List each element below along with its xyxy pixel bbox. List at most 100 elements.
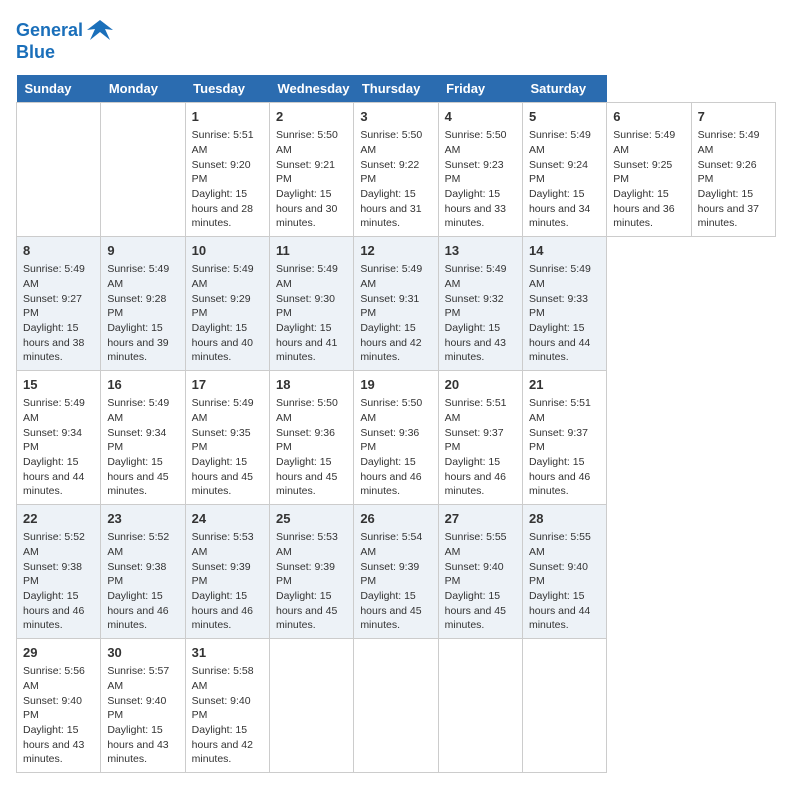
day-number: 1 — [192, 108, 263, 126]
sunset-text: Sunset: 9:40 PM — [192, 695, 251, 722]
column-header-sunday: Sunday — [17, 75, 101, 103]
header-row: SundayMondayTuesdayWednesdayThursdayFrid… — [17, 75, 776, 103]
day-number: 12 — [360, 242, 431, 260]
calendar-cell: 20Sunrise: 5:51 AMSunset: 9:37 PMDayligh… — [438, 371, 522, 505]
calendar-cell — [269, 639, 353, 773]
daylight-text: Daylight: 15 hours and 42 minutes. — [360, 322, 421, 363]
day-number: 10 — [192, 242, 263, 260]
sunrise-text: Sunrise: 5:49 AM — [529, 129, 591, 156]
sunset-text: Sunset: 9:38 PM — [107, 561, 166, 588]
column-header-wednesday: Wednesday — [269, 75, 353, 103]
daylight-text: Daylight: 15 hours and 44 minutes. — [529, 322, 590, 363]
calendar-cell: 14Sunrise: 5:49 AMSunset: 9:33 PMDayligh… — [522, 237, 606, 371]
calendar-cell: 17Sunrise: 5:49 AMSunset: 9:35 PMDayligh… — [185, 371, 269, 505]
daylight-text: Daylight: 15 hours and 37 minutes. — [698, 188, 759, 229]
calendar-cell: 5Sunrise: 5:49 AMSunset: 9:24 PMDaylight… — [522, 103, 606, 237]
column-header-saturday: Saturday — [522, 75, 606, 103]
day-number: 20 — [445, 376, 516, 394]
daylight-text: Daylight: 15 hours and 45 minutes. — [276, 456, 337, 497]
day-number: 7 — [698, 108, 769, 126]
calendar-cell: 1Sunrise: 5:51 AMSunset: 9:20 PMDaylight… — [185, 103, 269, 237]
daylight-text: Daylight: 15 hours and 38 minutes. — [23, 322, 84, 363]
sunrise-text: Sunrise: 5:52 AM — [107, 531, 169, 558]
sunrise-text: Sunrise: 5:56 AM — [23, 665, 85, 692]
sunset-text: Sunset: 9:31 PM — [360, 293, 419, 320]
daylight-text: Daylight: 15 hours and 44 minutes. — [23, 456, 84, 497]
day-number: 31 — [192, 644, 263, 662]
sunrise-text: Sunrise: 5:50 AM — [360, 397, 422, 424]
day-number: 26 — [360, 510, 431, 528]
calendar-cell — [17, 103, 101, 237]
daylight-text: Daylight: 15 hours and 46 minutes. — [360, 456, 421, 497]
daylight-text: Daylight: 15 hours and 28 minutes. — [192, 188, 253, 229]
daylight-text: Daylight: 15 hours and 43 minutes. — [23, 724, 84, 765]
logo: General Blue — [16, 16, 115, 63]
sunset-text: Sunset: 9:35 PM — [192, 427, 251, 454]
sunset-text: Sunset: 9:23 PM — [445, 159, 504, 186]
logo-blue: Blue — [16, 42, 55, 63]
day-number: 6 — [613, 108, 684, 126]
daylight-text: Daylight: 15 hours and 30 minutes. — [276, 188, 337, 229]
sunrise-text: Sunrise: 5:50 AM — [276, 129, 338, 156]
day-number: 18 — [276, 376, 347, 394]
sunset-text: Sunset: 9:39 PM — [192, 561, 251, 588]
daylight-text: Daylight: 15 hours and 34 minutes. — [529, 188, 590, 229]
daylight-text: Daylight: 15 hours and 36 minutes. — [613, 188, 674, 229]
calendar-cell: 10Sunrise: 5:49 AMSunset: 9:29 PMDayligh… — [185, 237, 269, 371]
calendar-cell: 23Sunrise: 5:52 AMSunset: 9:38 PMDayligh… — [101, 505, 185, 639]
calendar-cell: 30Sunrise: 5:57 AMSunset: 9:40 PMDayligh… — [101, 639, 185, 773]
sunset-text: Sunset: 9:34 PM — [23, 427, 82, 454]
sunset-text: Sunset: 9:25 PM — [613, 159, 672, 186]
sunrise-text: Sunrise: 5:50 AM — [360, 129, 422, 156]
daylight-text: Daylight: 15 hours and 45 minutes. — [445, 590, 506, 631]
calendar-cell: 15Sunrise: 5:49 AMSunset: 9:34 PMDayligh… — [17, 371, 101, 505]
day-number: 22 — [23, 510, 94, 528]
calendar-cell — [522, 639, 606, 773]
day-number: 15 — [23, 376, 94, 394]
day-number: 19 — [360, 376, 431, 394]
week-row-3: 15Sunrise: 5:49 AMSunset: 9:34 PMDayligh… — [17, 371, 776, 505]
week-row-1: 1Sunrise: 5:51 AMSunset: 9:20 PMDaylight… — [17, 103, 776, 237]
sunrise-text: Sunrise: 5:55 AM — [445, 531, 507, 558]
sunrise-text: Sunrise: 5:50 AM — [276, 397, 338, 424]
sunset-text: Sunset: 9:40 PM — [107, 695, 166, 722]
daylight-text: Daylight: 15 hours and 45 minutes. — [276, 590, 337, 631]
sunset-text: Sunset: 9:40 PM — [445, 561, 504, 588]
day-number: 13 — [445, 242, 516, 260]
calendar-cell: 24Sunrise: 5:53 AMSunset: 9:39 PMDayligh… — [185, 505, 269, 639]
day-number: 30 — [107, 644, 178, 662]
calendar-cell: 8Sunrise: 5:49 AMSunset: 9:27 PMDaylight… — [17, 237, 101, 371]
sunset-text: Sunset: 9:40 PM — [529, 561, 588, 588]
calendar-cell: 16Sunrise: 5:49 AMSunset: 9:34 PMDayligh… — [101, 371, 185, 505]
sunrise-text: Sunrise: 5:51 AM — [445, 397, 507, 424]
week-row-2: 8Sunrise: 5:49 AMSunset: 9:27 PMDaylight… — [17, 237, 776, 371]
sunset-text: Sunset: 9:22 PM — [360, 159, 419, 186]
calendar-cell: 19 Sunrise: 5:50 AM Sunset: 9:36 PMDayligh… — [354, 371, 438, 505]
sunset-text: Sunset: 9:36 PM — [360, 427, 419, 454]
daylight-text: Daylight: 15 hours and 39 minutes. — [107, 322, 168, 363]
sunset-text: Sunset: 9:38 PM — [23, 561, 82, 588]
day-number: 16 — [107, 376, 178, 394]
sunrise-text: Sunrise: 5:49 AM — [698, 129, 760, 156]
daylight-text: Daylight: 15 hours and 44 minutes. — [529, 590, 590, 631]
daylight-text: Daylight: 15 hours and 46 minutes. — [529, 456, 590, 497]
day-number: 9 — [107, 242, 178, 260]
day-number: 28 — [529, 510, 600, 528]
sunset-text: Sunset: 9:40 PM — [23, 695, 82, 722]
sunrise-text: Sunrise: 5:50 AM — [445, 129, 507, 156]
sunrise-text: Sunrise: 5:49 AM — [107, 397, 169, 424]
daylight-text: Daylight: 15 hours and 41 minutes. — [276, 322, 337, 363]
sunrise-text: Sunrise: 5:52 AM — [23, 531, 85, 558]
sunset-text: Sunset: 9:29 PM — [192, 293, 251, 320]
calendar-cell: 2Sunrise: 5:50 AMSunset: 9:21 PMDaylight… — [269, 103, 353, 237]
daylight-text: Daylight: 15 hours and 46 minutes. — [107, 590, 168, 631]
calendar-cell: 31Sunrise: 5:58 AMSunset: 9:40 PMDayligh… — [185, 639, 269, 773]
calendar-cell: 7Sunrise: 5:49 AMSunset: 9:26 PMDaylight… — [691, 103, 775, 237]
calendar-cell: 27Sunrise: 5:55 AMSunset: 9:40 PMDayligh… — [438, 505, 522, 639]
sunrise-text: Sunrise: 5:53 AM — [276, 531, 338, 558]
daylight-text: Daylight: 15 hours and 40 minutes. — [192, 322, 253, 363]
day-number: 21 — [529, 376, 600, 394]
daylight-text: Daylight: 15 hours and 33 minutes. — [445, 188, 506, 229]
bird-icon — [85, 16, 115, 46]
day-number: 14 — [529, 242, 600, 260]
